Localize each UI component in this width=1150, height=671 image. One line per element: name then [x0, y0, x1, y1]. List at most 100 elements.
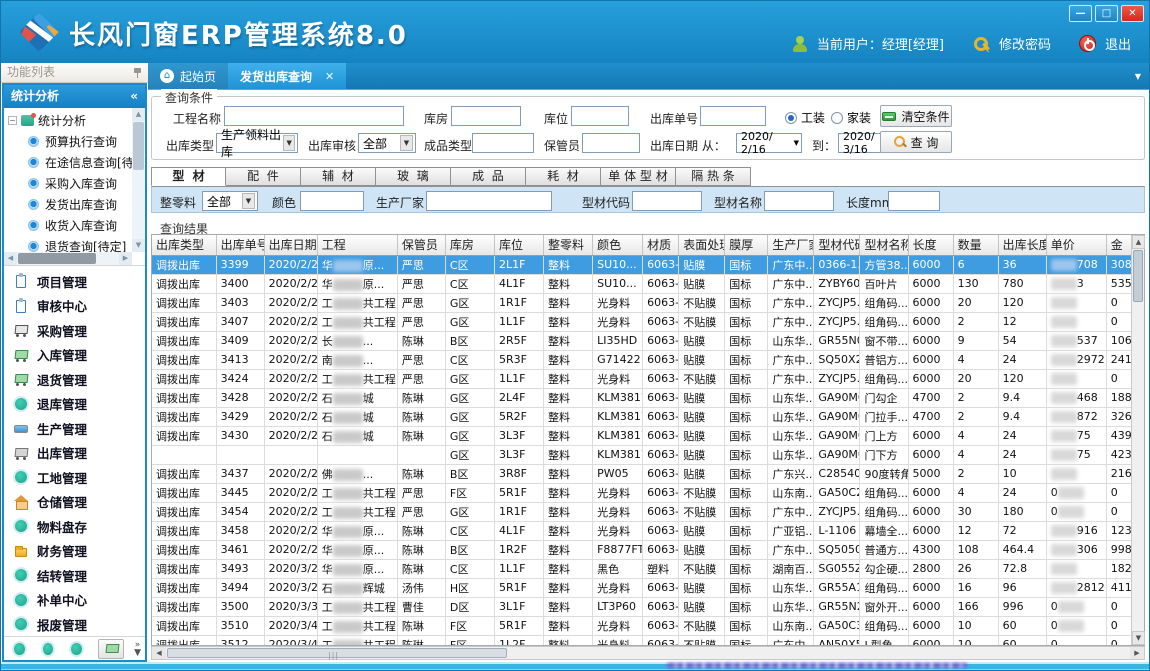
maximize-button[interactable]: □ [1095, 5, 1118, 22]
module-item[interactable]: 审核中心 [4, 294, 145, 319]
module-dot-icon[interactable] [43, 643, 54, 655]
module-item[interactable]: 补单中心 [4, 588, 145, 613]
tree-expander-icon[interactable]: − [8, 116, 17, 125]
tree-item[interactable]: 采购入库查询 [4, 173, 132, 194]
material-tab[interactable]: 单 体 型 材 [601, 167, 676, 186]
module-item[interactable]: 入库管理 [4, 343, 145, 368]
material-tab[interactable]: 耗 材 [526, 167, 601, 186]
table-row[interactable]: 调拨出库34092020/2/25长...陈琳B区2R5F整料LI35HD606… [152, 331, 1131, 350]
table-row[interactable]: 调拨出库34292020/2/26石城陈琳G区5R2F整料KLM38176063… [152, 407, 1131, 426]
table-row[interactable]: 调拨出库34542020/2/28工共工程严思G区1R1F整料光身料6063-T… [152, 502, 1131, 521]
stats-panel-header[interactable]: 统计分析 « [4, 85, 145, 108]
module-item[interactable]: 物料盘存 [4, 514, 145, 539]
minimize-button[interactable]: — [1069, 5, 1092, 22]
column-header[interactable]: 出库长度 [998, 235, 1046, 255]
more-modules-icon[interactable]: »▼ [134, 641, 141, 657]
module-item[interactable]: 财务管理 [4, 539, 145, 564]
module-item[interactable]: 项目管理 [4, 269, 145, 294]
column-header[interactable]: 出库单号 [216, 235, 264, 255]
material-tab[interactable]: 配 件 [226, 167, 301, 186]
table-row[interactable]: 调拨出库34242020/2/26工共工程严思G区1L1F整料光身料6063-T… [152, 369, 1131, 388]
grid-vertical-scrollbar[interactable]: ▲ ▼ [1131, 235, 1144, 645]
table-row[interactable]: 调拨出库34032020/2/25工共工程严思G区1R1F整料光身料6063-T… [152, 293, 1131, 312]
scroll-left-icon[interactable]: ◀ [152, 647, 166, 659]
scroll-left-icon[interactable]: ◀ [4, 252, 17, 265]
location-input[interactable] [571, 106, 629, 126]
column-header[interactable]: 金 [1106, 235, 1131, 255]
module-item[interactable]: 结转管理 [4, 563, 145, 588]
tab-home[interactable]: ⌂ 起始页 [148, 63, 228, 89]
table-row[interactable]: 调拨出库34072020/2/25工共工程严思G区1L1F整料光身料6063-T… [152, 312, 1131, 331]
logout-link[interactable]: 退出 [1105, 34, 1131, 53]
audit-select[interactable]: 全部▼ [358, 133, 416, 153]
length-input[interactable] [888, 191, 940, 211]
tree-hscroll-thumb[interactable] [18, 253, 96, 264]
module-item[interactable]: 退货管理 [4, 367, 145, 392]
clear-conditions-button[interactable]: 清空条件 [880, 105, 952, 127]
project-name-input[interactable] [224, 106, 404, 126]
profile-name-input[interactable] [764, 191, 834, 211]
jiazhuang-radio[interactable]: 家装 [831, 109, 871, 126]
table-row[interactable]: 调拨出库35122020/3/4工共工程陈琳F区1L2F整料光身料6063-T5… [152, 635, 1131, 645]
table-row[interactable]: 调拨出库34372020/2/27佛...陈琳B区3R8F整料PW056063-… [152, 464, 1131, 483]
column-header[interactable]: 单价 [1046, 235, 1106, 255]
table-row[interactable]: 调拨出库35002020/3/3工共工程曹佳D区3L1F整料LT3P606063… [152, 597, 1131, 616]
table-row[interactable]: 调拨出库34452020/2/27工共工程严思F区5R1F整料光身料6063-T… [152, 483, 1131, 502]
order-no-input[interactable] [700, 106, 766, 126]
scroll-down-icon[interactable]: ▼ [1132, 631, 1145, 645]
module-item[interactable]: 工地管理 [4, 465, 145, 490]
radio-selected-icon[interactable] [785, 112, 797, 124]
scroll-up-icon[interactable]: ▲ [132, 108, 145, 121]
column-header[interactable]: 型材名称 [860, 235, 908, 255]
scroll-up-icon[interactable]: ▲ [1132, 235, 1145, 249]
tree-vertical-scrollbar[interactable]: ▲ ▼ [132, 108, 145, 252]
out-type-select[interactable]: 生产领料出库▼ [216, 133, 298, 153]
tree-vscroll-thumb[interactable] [133, 122, 144, 170]
table-row[interactable]: G区3L3F整料KLM38176063-T5贴膜国标山东华...GA90M09.… [152, 445, 1131, 464]
date-from-select[interactable]: 2020/ 2/16▼ [736, 133, 802, 153]
scroll-down-icon[interactable]: ▼ [132, 239, 145, 252]
module-item[interactable]: 仓储管理 [4, 490, 145, 515]
tree-item[interactable]: 预算执行查询 [4, 131, 132, 152]
column-header[interactable]: 表面处理 [679, 235, 725, 255]
column-header[interactable]: 材质 [643, 235, 679, 255]
manufacturer-input[interactable] [426, 191, 552, 211]
column-header[interactable]: 出库类型 [152, 235, 216, 255]
table-row[interactable]: 调拨出库34582020/2/28华原...陈琳C区4L1F整料光身料6063-… [152, 521, 1131, 540]
column-header[interactable]: 整零料 [544, 235, 593, 255]
tree-item[interactable]: 收货入库查询 [4, 215, 132, 236]
column-header[interactable]: 保管员 [397, 235, 445, 255]
warehouse-input[interactable] [451, 106, 521, 126]
product-type-input[interactable] [472, 133, 534, 153]
scroll-right-icon[interactable]: ▶ [119, 252, 132, 265]
material-tab[interactable]: 辅 材 [301, 167, 376, 186]
color-input[interactable] [300, 191, 364, 211]
material-tab[interactable]: 型 材 [151, 167, 226, 186]
table-row[interactable]: 调拨出库34302020/2/26石城陈琳G区3L3F整料KLM38176063… [152, 426, 1131, 445]
material-tab[interactable]: 玻 璃 [376, 167, 451, 186]
module-item[interactable]: 采购管理 [4, 318, 145, 343]
table-row[interactable]: 调拨出库34932020/3/2华原...陈琳C区1L1F整料黑色塑料不贴膜国标… [152, 559, 1131, 578]
grid-vscroll-thumb[interactable] [1133, 250, 1143, 302]
module-item[interactable]: 报废管理 [4, 612, 145, 636]
column-header[interactable]: 型材代码 [814, 235, 860, 255]
pin-icon[interactable] [133, 67, 142, 78]
material-tab[interactable]: 隔 热 条 [676, 167, 751, 186]
collapse-icon[interactable]: « [130, 85, 138, 108]
column-header[interactable]: 库位 [494, 235, 543, 255]
table-row[interactable]: 调拨出库35102020/3/4工共工程陈琳F区5R1F整料光身料6063-T5… [152, 616, 1131, 635]
grid-horizontal-scrollbar[interactable]: ◀ ||| ▶ [151, 646, 1145, 660]
tree-item[interactable]: 在途信息查询[待 [4, 152, 132, 173]
tab-list-dropdown-icon[interactable]: ▼ [1135, 72, 1149, 81]
table-row[interactable]: 调拨出库34282020/2/26石城陈琳G区2L4F整料KLM38176063… [152, 388, 1131, 407]
column-header[interactable]: 膜厚 [725, 235, 768, 255]
keeper-input[interactable] [582, 133, 640, 153]
column-header[interactable]: 出库日期 [264, 235, 317, 255]
table-row[interactable]: 调拨出库34132020/2/26南...严思C区5R3F整料G71422606… [152, 350, 1131, 369]
scroll-right-icon[interactable]: ▶ [1130, 647, 1144, 659]
column-header[interactable]: 颜色 [593, 235, 643, 255]
tree-root-node[interactable]: − 统计分析 [4, 110, 132, 131]
gongzhuang-radio[interactable]: 工装 [785, 109, 825, 126]
module-item[interactable]: 生产管理 [4, 416, 145, 441]
module-dot-icon[interactable] [71, 643, 82, 655]
